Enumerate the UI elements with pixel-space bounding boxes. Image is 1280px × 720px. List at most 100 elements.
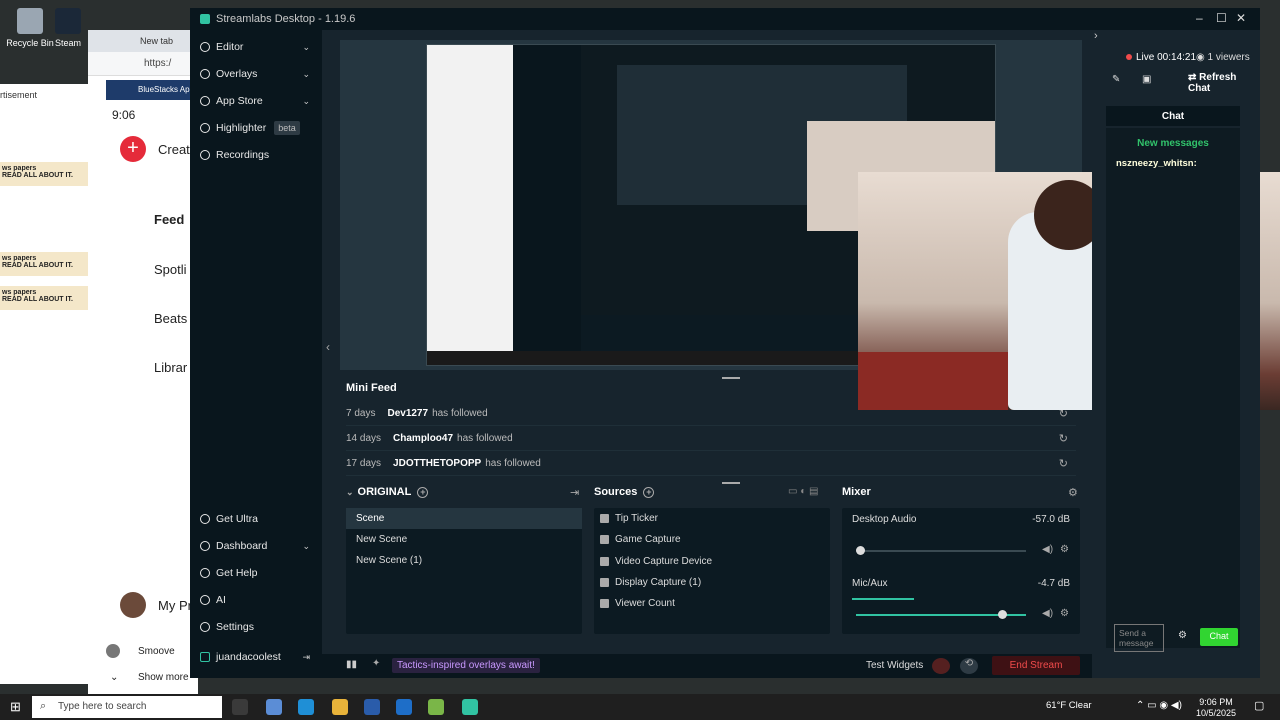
scene-item[interactable]: New Scene (1) bbox=[346, 550, 582, 571]
resize-handle[interactable] bbox=[722, 482, 740, 484]
speaker-icon[interactable]: ◀) bbox=[1042, 608, 1053, 619]
maximize-icon[interactable]: ☐ bbox=[1216, 11, 1227, 25]
outlook-icon[interactable] bbox=[396, 699, 412, 715]
edge-icon[interactable] bbox=[298, 699, 314, 715]
clock-date: 10/5/2025 bbox=[1196, 708, 1237, 718]
sidebar-item-app-store[interactable]: App Store ⌄ bbox=[200, 92, 318, 110]
source-item[interactable]: Tip Ticker bbox=[600, 513, 658, 524]
source-item[interactable]: Display Capture (1) bbox=[600, 577, 701, 588]
repeat-icon[interactable]: ↻ bbox=[1059, 432, 1068, 445]
user-item[interactable]: Smoove bbox=[138, 646, 175, 657]
create-plus-icon[interactable]: + bbox=[120, 136, 146, 162]
avatar[interactable] bbox=[120, 592, 146, 618]
browser-tab[interactable]: New tab bbox=[140, 36, 173, 46]
ad-slogan: READ ALL ABOUT IT. bbox=[2, 172, 73, 179]
collapse-left-icon[interactable]: ‹ bbox=[326, 340, 330, 354]
nav-spotlight[interactable]: Spotli bbox=[154, 262, 187, 277]
gear-icon[interactable]: ⚙ bbox=[1068, 486, 1078, 499]
streamlabs-icon[interactable] bbox=[462, 699, 478, 715]
sidebar-item-settings[interactable]: Settings bbox=[200, 618, 318, 636]
promo-banner[interactable]: Tactics-inspired overlays await! bbox=[392, 658, 540, 673]
account-item[interactable]: juandacoolest ⇥ bbox=[200, 648, 318, 666]
close-icon[interactable]: ✕ bbox=[1236, 11, 1246, 25]
streamlabs-window: Streamlabs Desktop - 1.19.6 – ☐ ✕ Editor… bbox=[190, 8, 1280, 678]
refresh-chat-button[interactable]: ⇄ Refresh Chat bbox=[1188, 72, 1258, 94]
ad-banner[interactable]: ws papers READ ALL ABOUT IT. bbox=[0, 252, 94, 276]
gear-icon[interactable]: ⚙ bbox=[1178, 630, 1187, 641]
clock[interactable]: 9:06 PM 10/5/2025 bbox=[1196, 697, 1236, 719]
chevron-down-icon: ⌄ bbox=[302, 540, 310, 551]
ad-brand: ws papers bbox=[2, 255, 37, 262]
resize-handle[interactable] bbox=[722, 377, 740, 379]
tray-icons[interactable]: ⌃ ▭ ◉ ◀) bbox=[1136, 700, 1182, 711]
live-timer: Live 00:14:21 bbox=[1136, 52, 1197, 63]
copilot-icon[interactable] bbox=[266, 699, 282, 715]
bluestacks-time: 9:06 bbox=[112, 108, 136, 122]
sidebar-item-ai[interactable]: AI bbox=[200, 591, 318, 609]
source-actions-icon[interactable]: ▭ ◐ ▤ bbox=[788, 486, 819, 497]
scene-item[interactable]: Scene bbox=[346, 508, 582, 529]
stats-icon[interactable]: ▮▮ bbox=[346, 659, 357, 670]
speaker-icon[interactable]: ◀) bbox=[1042, 544, 1053, 555]
source-item[interactable]: Video Capture Device bbox=[600, 556, 712, 567]
record-icon[interactable] bbox=[932, 658, 950, 674]
gear-icon[interactable]: ⚙ bbox=[1060, 608, 1069, 619]
sidebar-item-get-help[interactable]: Get Help bbox=[200, 564, 318, 582]
source-item[interactable]: Game Capture bbox=[600, 534, 681, 545]
test-widgets-button[interactable]: Test Widgets bbox=[866, 660, 923, 671]
sidebar-item-dashboard[interactable]: Dashboard ⌄ bbox=[200, 537, 318, 555]
scene-transition-icon[interactable]: ⇥ bbox=[570, 486, 579, 499]
chevron-down-icon: ⌄ bbox=[302, 95, 310, 106]
ad-banner[interactable]: ws papers READ ALL ABOUT IT. bbox=[0, 286, 94, 310]
sidebar-item-editor[interactable]: Editor ⌄ bbox=[200, 38, 318, 56]
gear-icon[interactable]: ⚙ bbox=[1060, 544, 1069, 555]
edit-icon[interactable]: ✎ bbox=[1112, 74, 1120, 85]
volume-knob[interactable] bbox=[856, 546, 865, 555]
source-label: Display Capture (1) bbox=[615, 577, 702, 588]
sidebar: Editor ⌄ Overlays ⌄ App Store ⌄ Highlighter… bbox=[190, 30, 322, 678]
send-message-input[interactable]: Send a message bbox=[1114, 624, 1164, 652]
sidebar-item-label: Get Ultra bbox=[216, 513, 259, 525]
chevron-right-icon[interactable]: › bbox=[1094, 30, 1098, 42]
bluestacks-title: BlueStacks Ap bbox=[138, 85, 190, 94]
ad-banner[interactable]: ws papers READ ALL ABOUT IT. bbox=[0, 162, 94, 186]
show-more-link[interactable]: Show more bbox=[138, 672, 189, 683]
gamepad-icon bbox=[600, 535, 609, 544]
source-label: Game Capture bbox=[615, 534, 681, 545]
sidebar-item-get-ultra[interactable]: Get Ultra bbox=[200, 510, 318, 528]
repeat-icon[interactable]: ↻ bbox=[1059, 457, 1068, 470]
chat-send-button[interactable]: Chat bbox=[1200, 628, 1238, 646]
volume-slider[interactable] bbox=[856, 550, 1026, 552]
nav-feed[interactable]: Feed bbox=[154, 212, 184, 227]
sidebar-item-recordings[interactable]: Recordings bbox=[200, 146, 318, 164]
logout-icon[interactable]: ⇥ bbox=[302, 652, 310, 663]
captured-browser bbox=[427, 45, 513, 365]
profile-label[interactable]: My Pr bbox=[158, 598, 192, 613]
file-explorer-icon[interactable] bbox=[332, 699, 348, 715]
steam-shortcut[interactable]: Steam bbox=[48, 8, 88, 48]
store-icon[interactable]: ▣ bbox=[1142, 74, 1151, 85]
bluestacks-icon[interactable] bbox=[428, 699, 444, 715]
end-stream-button[interactable]: End Stream bbox=[992, 656, 1080, 675]
replay-icon[interactable]: ⟲ bbox=[960, 658, 978, 674]
source-item[interactable]: Viewer Count bbox=[600, 598, 675, 609]
task-view-icon[interactable] bbox=[232, 699, 248, 715]
browser-address-bar[interactable]: https:/ bbox=[88, 52, 198, 76]
scene-item[interactable]: New Scene bbox=[346, 529, 582, 550]
nav-library[interactable]: Librar bbox=[154, 360, 187, 375]
volume-knob[interactable] bbox=[998, 610, 1007, 619]
sidebar-item-overlays[interactable]: Overlays ⌄ bbox=[200, 65, 318, 83]
add-scene-icon[interactable]: + bbox=[417, 486, 429, 498]
add-source-icon[interactable]: + bbox=[643, 486, 655, 498]
windows-start-icon[interactable]: ⊞ bbox=[10, 699, 21, 715]
taskbar-search[interactable]: ⌕ Type here to search bbox=[32, 696, 222, 718]
store-icon[interactable] bbox=[364, 699, 380, 715]
notification-icon[interactable]: ▢ bbox=[1254, 699, 1264, 712]
chevron-down-icon[interactable]: ⌄ bbox=[346, 487, 354, 497]
weather-widget[interactable]: 61°F Clear bbox=[1046, 700, 1092, 711]
nav-beats[interactable]: Beats bbox=[154, 311, 187, 326]
scene-collection-name[interactable]: ORIGINAL bbox=[358, 486, 412, 498]
sidebar-item-highlighter[interactable]: Highlighter beta bbox=[200, 119, 318, 137]
bluestacks-window: BlueStacks Ap 9:06 + Creat Feed Spotli B… bbox=[106, 80, 196, 640]
minimize-icon[interactable]: – bbox=[1196, 11, 1203, 25]
